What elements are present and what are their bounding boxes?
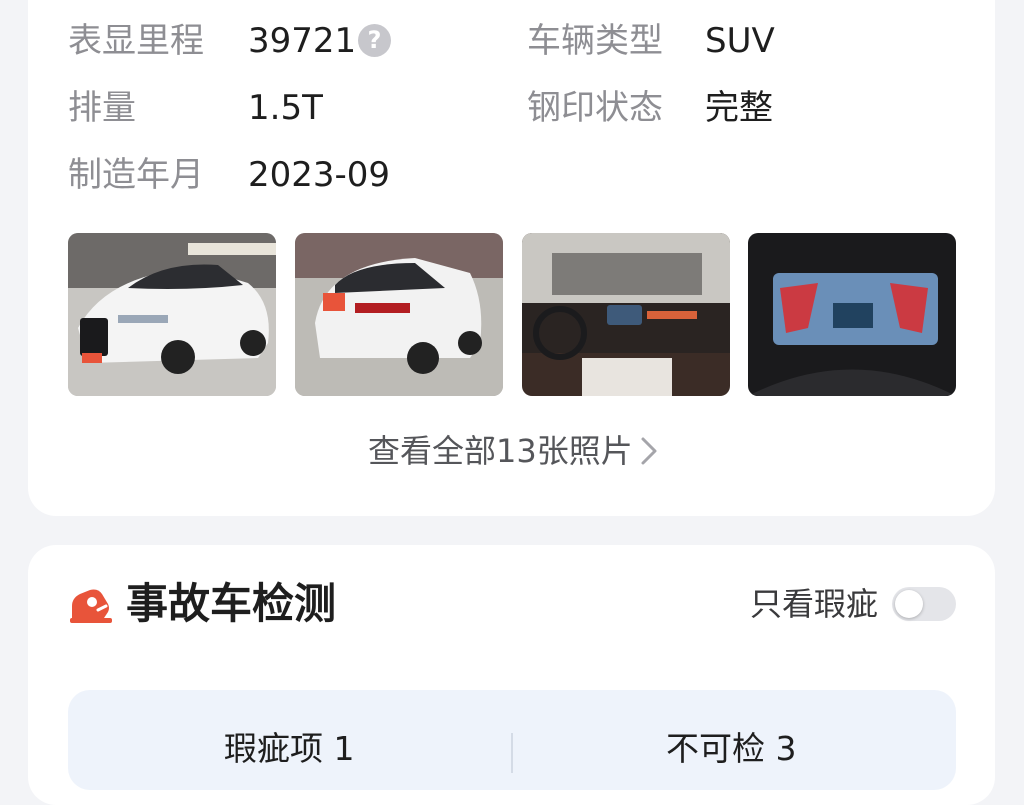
flaw-count-stat[interactable]: 瑕疵项 1 [224,728,355,770]
car-crash-icon [70,589,112,623]
displacement-label: 排量 [68,88,136,128]
flaw-only-toggle[interactable] [892,587,956,621]
stat-divider [511,733,513,773]
help-icon[interactable]: ? [358,24,391,57]
stamp-status-value: 完整 [705,88,773,128]
car-rear-photo[interactable] [295,233,503,396]
vehicle-type-label: 车辆类型 [527,21,663,61]
flaw-only-label: 只看瑕疵 [750,585,879,623]
car-front-photo[interactable] [68,233,276,396]
car-dashboard-photo[interactable] [748,233,956,396]
chevron-right-icon[interactable] [640,436,658,466]
stamp-status-label: 钢印状态 [527,88,663,128]
toggle-knob [895,590,923,618]
manufacture-date-label: 制造年月 [68,155,204,195]
displacement-value: 1.5T [248,88,323,128]
vehicle-type-value: SUV [705,21,775,61]
accident-check-title: 事故车检测 [126,579,337,628]
mileage-value: 39721 [248,21,357,61]
car-interior-photo[interactable] [522,233,730,396]
mileage-label: 表显里程 [68,21,204,61]
manufacture-date-value: 2023-09 [248,155,391,195]
view-all-photos-link[interactable]: 查看全部13张照片 [368,430,633,472]
uncheckable-count-stat[interactable]: 不可检 3 [666,728,797,770]
